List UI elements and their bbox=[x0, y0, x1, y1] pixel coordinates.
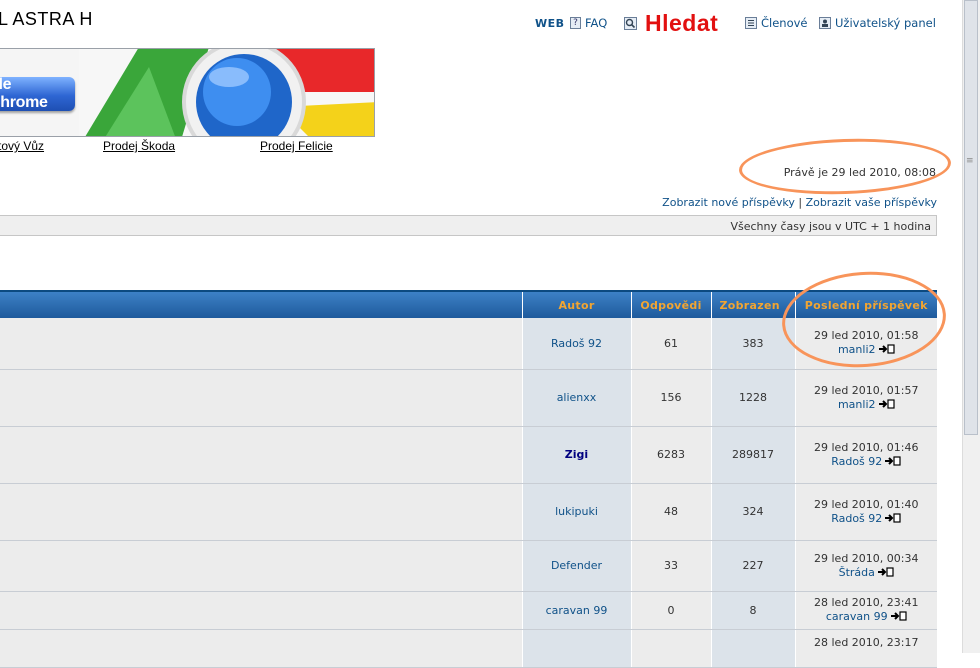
last-post-user[interactable]: Štráda bbox=[839, 566, 875, 579]
search-icon bbox=[624, 16, 637, 30]
members-label: Členové bbox=[761, 16, 808, 30]
header-author[interactable]: Autor bbox=[521, 290, 631, 318]
user-panel-link[interactable]: Uživatelský panel bbox=[819, 10, 936, 36]
topic-cell[interactable] bbox=[0, 483, 522, 541]
replies-cell: 156 bbox=[630, 369, 711, 427]
topic-cell[interactable] bbox=[0, 369, 522, 427]
author-cell[interactable]: Defender bbox=[521, 540, 631, 592]
last-post-cell: 29 led 2010, 00:34 Štráda bbox=[794, 540, 937, 592]
author-cell[interactable]: Radoš 92 bbox=[521, 318, 631, 370]
last-post-date: 29 led 2010, 01:46 bbox=[814, 440, 919, 454]
author-cell[interactable]: Zigi bbox=[521, 426, 631, 484]
replies-cell: 48 bbox=[630, 483, 711, 541]
last-post-cell: 28 led 2010, 23:41 caravan 99 bbox=[794, 591, 937, 630]
web-link-label: WEB bbox=[535, 16, 565, 30]
search-link[interactable]: Hledat bbox=[624, 10, 718, 36]
members-link[interactable]: Členové bbox=[745, 10, 808, 36]
views-cell: 324 bbox=[710, 483, 795, 541]
goto-last-post-icon[interactable] bbox=[878, 398, 895, 409]
replies-cell: 6283 bbox=[630, 426, 711, 484]
author-cell[interactable] bbox=[521, 629, 631, 668]
topic-cell[interactable] bbox=[0, 629, 522, 668]
new-posts-link[interactable]: Zobrazit nové příspěvky bbox=[662, 196, 795, 209]
topic-cell[interactable] bbox=[0, 318, 522, 370]
header-replies[interactable]: Odpovědi bbox=[630, 290, 711, 318]
table-row: lukipuki 48 324 29 led 2010, 01:40 Radoš… bbox=[0, 483, 937, 541]
faq-label: FAQ bbox=[585, 16, 608, 30]
goto-last-post-icon[interactable] bbox=[885, 512, 901, 523]
table-row: Zigi 6283 289817 29 led 2010, 01:46 Rado… bbox=[0, 426, 937, 484]
views-cell: 289817 bbox=[710, 426, 795, 484]
ad-link-skoda[interactable]: Prodej Škoda bbox=[103, 139, 175, 153]
faq-icon: ? bbox=[570, 17, 581, 29]
topic-cell[interactable] bbox=[0, 426, 522, 484]
last-post-date: 29 led 2010, 01:40 bbox=[814, 497, 919, 511]
scrollbar-grip-icon: ≡ bbox=[966, 156, 974, 166]
table-row: 28 led 2010, 23:17 bbox=[0, 629, 937, 668]
post-links: Zobrazit nové příspěvky | Zobrazit vaše … bbox=[662, 196, 937, 209]
web-link[interactable]: WEB bbox=[535, 10, 565, 36]
user-panel-icon bbox=[819, 17, 831, 29]
goto-last-post-icon[interactable] bbox=[890, 611, 907, 621]
replies-cell: 0 bbox=[630, 591, 711, 630]
author-cell[interactable]: alienxx bbox=[521, 369, 631, 427]
scrollbar-thumb[interactable] bbox=[964, 0, 978, 435]
last-post-user[interactable]: Radoš 92 bbox=[831, 455, 882, 468]
timezone-text: Všechny časy jsou v UTC + 1 hodina bbox=[730, 220, 931, 233]
last-post-date: 29 led 2010, 00:34 bbox=[814, 551, 919, 565]
author-cell[interactable]: lukipuki bbox=[521, 483, 631, 541]
last-post-user[interactable]: Radoš 92 bbox=[831, 512, 882, 525]
members-icon bbox=[745, 17, 757, 29]
views-cell bbox=[710, 629, 795, 668]
views-cell: 227 bbox=[710, 540, 795, 592]
replies-cell: 61 bbox=[630, 318, 711, 370]
link-separator: | bbox=[798, 196, 803, 209]
header-topic bbox=[0, 290, 522, 318]
chrome-ad-banner[interactable]: gle Chrome bbox=[0, 48, 375, 137]
site-title: L ASTRA H bbox=[0, 9, 93, 29]
table-row: alienxx 156 1228 29 led 2010, 01:57 manl… bbox=[0, 369, 937, 427]
last-post-user[interactable]: caravan 99 bbox=[826, 610, 888, 623]
author-cell[interactable]: caravan 99 bbox=[521, 591, 631, 630]
last-post-date: 28 led 2010, 23:41 bbox=[814, 596, 919, 609]
ad-link-vuz[interactable]: tový Vůz bbox=[0, 139, 44, 153]
last-post-cell: 29 led 2010, 01:57 manli2 bbox=[794, 369, 937, 427]
table-row: caravan 99 0 8 28 led 2010, 23:41 carava… bbox=[0, 591, 937, 630]
last-post-user[interactable]: manli2 bbox=[838, 398, 876, 411]
last-post-date: 28 led 2010, 23:17 bbox=[814, 635, 919, 649]
topic-cell[interactable] bbox=[0, 591, 522, 630]
user-panel-label: Uživatelský panel bbox=[835, 16, 936, 30]
goto-last-post-icon[interactable] bbox=[877, 566, 894, 577]
goto-last-post-icon[interactable] bbox=[885, 455, 901, 466]
search-label: Hledat bbox=[645, 9, 719, 36]
chrome-download-button[interactable]: gle Chrome bbox=[0, 76, 75, 111]
last-post-cell: 29 led 2010, 01:46 Radoš 92 bbox=[794, 426, 937, 484]
timezone-bar: Všechny časy jsou v UTC + 1 hodina bbox=[0, 215, 937, 236]
topic-cell[interactable] bbox=[0, 540, 522, 592]
your-posts-link[interactable]: Zobrazit vaše příspěvky bbox=[806, 196, 937, 209]
views-cell: 8 bbox=[710, 591, 795, 630]
table-row: Defender 33 227 29 led 2010, 00:34 Štrád… bbox=[0, 540, 937, 592]
chrome-logo-graphic bbox=[79, 49, 374, 136]
views-cell: 1228 bbox=[710, 369, 795, 427]
ad-link-felicie[interactable]: Prodej Felicie bbox=[260, 139, 333, 153]
last-post-cell: 29 led 2010, 01:40 Radoš 92 bbox=[794, 483, 937, 541]
annotation-circle-time bbox=[738, 135, 952, 198]
last-post-date: 29 led 2010, 01:57 bbox=[814, 383, 919, 397]
replies-cell bbox=[630, 629, 711, 668]
faq-link[interactable]: ? FAQ bbox=[570, 10, 607, 36]
replies-cell: 33 bbox=[630, 540, 711, 592]
last-post-cell: 28 led 2010, 23:17 bbox=[794, 629, 937, 668]
